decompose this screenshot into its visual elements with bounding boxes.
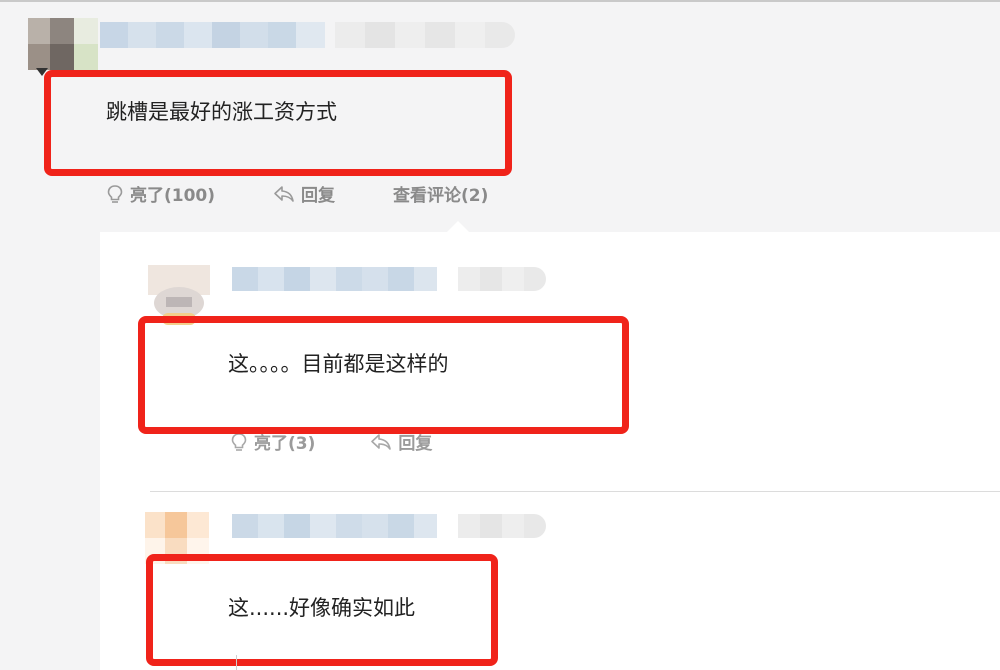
reply-button[interactable]: 回复 — [273, 181, 335, 206]
reply-meta-blurred — [458, 267, 546, 291]
view-replies-label: 查看评论(2) — [393, 186, 489, 206]
lightbulb-icon — [231, 432, 247, 451]
reply-username-blurred[interactable] — [232, 267, 437, 291]
reply-meta-blurred — [458, 514, 546, 538]
avatar[interactable] — [28, 18, 98, 70]
username-blurred[interactable] — [100, 22, 325, 48]
like-count: 亮了(100) — [130, 186, 216, 206]
highlight-box — [44, 70, 512, 176]
view-replies-button[interactable]: 查看评论(2) — [393, 181, 488, 206]
thread-line — [236, 655, 237, 670]
reply-username-blurred[interactable] — [232, 514, 437, 538]
reply-label: 回复 — [301, 186, 336, 206]
reply-divider — [150, 491, 1000, 492]
like-button[interactable]: 亮了(100) — [106, 181, 215, 206]
reply-arrow-icon — [371, 433, 392, 450]
comment-actions: 亮了(100) 回复 查看评论(2) — [106, 181, 546, 206]
top-border — [0, 0, 1000, 2]
post-meta-blurred — [335, 22, 515, 48]
highlight-box — [146, 554, 498, 666]
highlight-box — [138, 316, 629, 434]
lightbulb-icon — [107, 184, 123, 203]
reply-arrow-icon — [274, 185, 294, 202]
